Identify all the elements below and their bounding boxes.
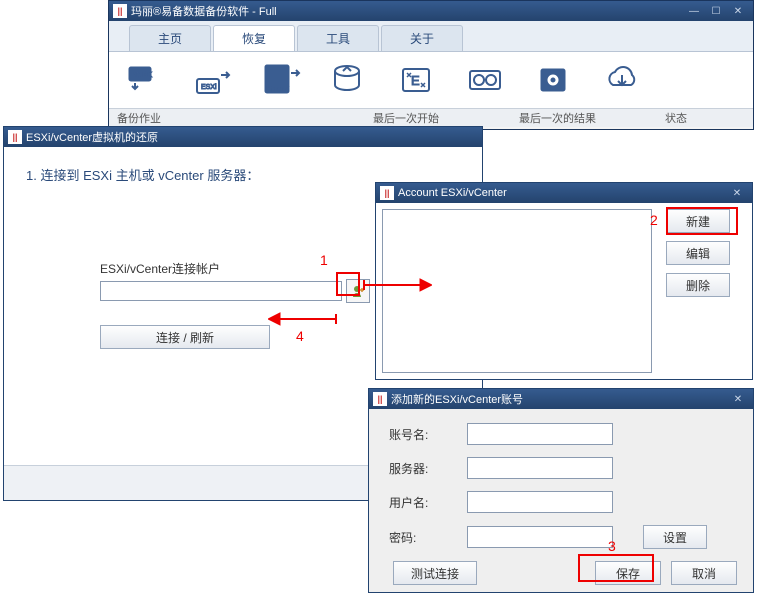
add-account-dialog: || 添加新的ESXi/vCenter账号 ✕ 账号名: 服务器: 用户名: 密… — [368, 388, 754, 593]
cloud-icon[interactable] — [601, 60, 643, 100]
connect-title: ESXi/vCenter虚拟机的还原 — [26, 129, 158, 145]
server-input[interactable] — [467, 457, 613, 479]
account-titlebar: || Account ESXi/vCenter ✕ — [376, 183, 752, 203]
user-input[interactable] — [467, 491, 613, 513]
tab-home[interactable]: 主页 — [129, 25, 211, 51]
cancel-button[interactable]: 取消 — [671, 561, 737, 585]
exchange-icon[interactable]: E — [397, 60, 439, 100]
maximize-icon[interactable]: ☐ — [705, 4, 727, 18]
col-start: 最后一次开始 — [365, 110, 511, 126]
user-label: 用户名: — [389, 494, 445, 511]
close-icon[interactable]: ✕ — [726, 186, 748, 200]
delete-account-button[interactable]: 删除 — [666, 273, 730, 297]
tab-restore[interactable]: 恢复 — [213, 25, 295, 51]
tape-icon[interactable] — [465, 60, 507, 100]
main-tabs: 主页 恢复 工具 关于 — [109, 21, 753, 52]
save-button[interactable]: 保存 — [595, 561, 661, 585]
main-titlebar: || 玛丽®易备数据备份软件 - Full — ☐ ✕ — [109, 1, 753, 21]
minimize-icon[interactable]: — — [683, 4, 705, 18]
connect-refresh-button[interactable]: 连接 / 刷新 — [100, 325, 270, 349]
test-connection-button[interactable]: 测试连接 — [393, 561, 477, 585]
tab-about[interactable]: 关于 — [381, 25, 463, 51]
restore-db-icon[interactable] — [329, 60, 371, 100]
col-job: 备份作业 — [109, 110, 365, 126]
manage-accounts-button[interactable] — [346, 279, 370, 303]
tab-tools[interactable]: 工具 — [297, 25, 379, 51]
account-title: Account ESXi/vCenter — [398, 187, 507, 199]
connect-titlebar: || ESXi/vCenter虚拟机的还原 — [4, 127, 482, 147]
ribbon: VMDK ESXi Hyper-V E — [109, 52, 753, 108]
pwd-label: 密码: — [389, 529, 445, 546]
app-logo-icon: || — [113, 4, 127, 18]
account-dialog: || Account ESXi/vCenter ✕ 新建 编辑 删除 — [375, 182, 753, 380]
esxi-icon[interactable]: ESXi — [193, 60, 235, 100]
main-title: 玛丽®易备数据备份软件 - Full — [131, 3, 277, 19]
close-icon[interactable]: ✕ — [727, 4, 749, 18]
account-select[interactable] — [100, 281, 342, 301]
vmdk-icon[interactable]: VMDK — [125, 60, 167, 100]
add-titlebar: || 添加新的ESXi/vCenter账号 ✕ — [369, 389, 753, 409]
add-title: 添加新的ESXi/vCenter账号 — [391, 391, 523, 407]
app-logo-icon: || — [373, 392, 387, 406]
hyperv-icon[interactable]: Hyper-V — [261, 60, 303, 100]
account-label: ESXi/vCenter连接帐户 — [100, 260, 370, 277]
settings-button[interactable]: 设置 — [643, 525, 707, 549]
svg-text:ESXi: ESXi — [201, 84, 217, 91]
close-icon[interactable]: ✕ — [727, 392, 749, 406]
server-label: 服务器: — [389, 460, 445, 477]
account-list[interactable] — [382, 209, 652, 373]
new-account-button[interactable]: 新建 — [666, 209, 730, 233]
pwd-input[interactable] — [467, 526, 613, 548]
app-logo-icon: || — [380, 186, 394, 200]
name-input[interactable] — [467, 423, 613, 445]
app-logo-icon: || — [8, 130, 22, 144]
user-plus-icon — [351, 284, 365, 298]
svg-text:E: E — [411, 73, 420, 88]
edit-account-button[interactable]: 编辑 — [666, 241, 730, 265]
svg-text:VMDK: VMDK — [132, 72, 153, 79]
list-headers: 备份作业 最后一次开始 最后一次的结果 状态 — [109, 108, 753, 127]
main-window: || 玛丽®易备数据备份软件 - Full — ☐ ✕ 主页 恢复 工具 关于 … — [108, 0, 754, 130]
disk-icon[interactable] — [533, 60, 575, 100]
svg-text:Hyper-V: Hyper-V — [267, 87, 289, 93]
col-result: 最后一次的结果 — [511, 110, 657, 126]
col-status: 状态 — [657, 110, 695, 126]
name-label: 账号名: — [389, 426, 445, 443]
